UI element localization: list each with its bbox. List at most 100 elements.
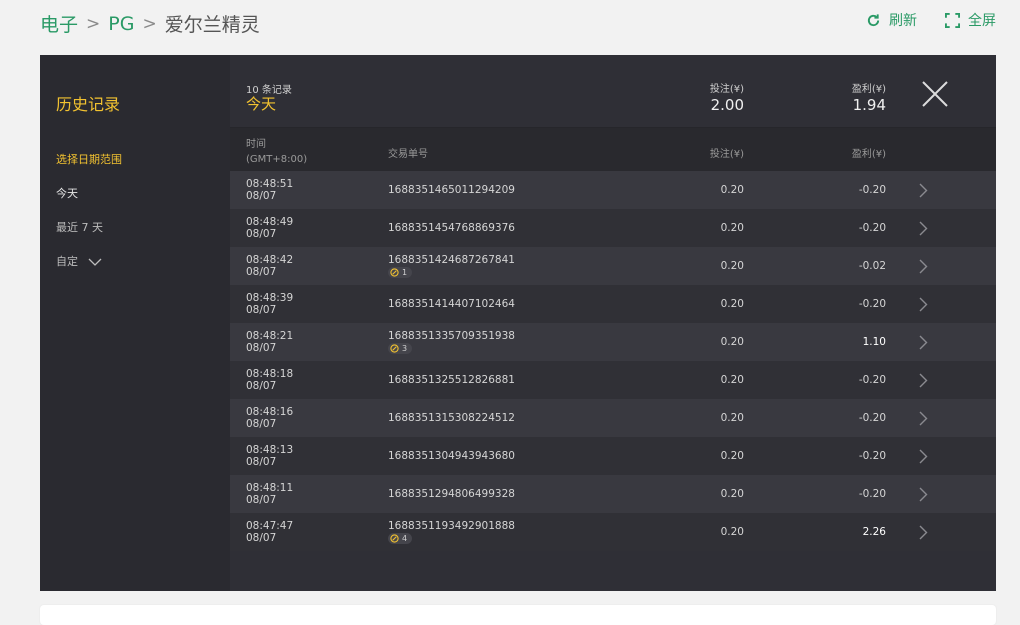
table-row[interactable]: 08:48:18 08/07 1688351325512826881 0.20 -0.2… <box>230 361 996 399</box>
chevron-right-icon[interactable] <box>919 335 928 350</box>
free-spin-count: 1 <box>402 267 408 277</box>
row-bet: 0.20 <box>720 374 744 386</box>
row-pnl: 2.26 <box>862 526 886 538</box>
chevron-right-icon[interactable] <box>919 411 928 426</box>
table-row[interactable]: 08:48:51 08/07 1688351465011294209 0.20 -0.2… <box>230 171 996 209</box>
breadcrumb-item-provider[interactable]: PG <box>108 13 134 35</box>
chevron-right-icon[interactable] <box>919 297 928 312</box>
row-transaction-id: 1688351325512826881 <box>388 374 515 386</box>
row-transaction-id: 1688351193492901888 4 <box>388 520 515 546</box>
table-row[interactable]: 08:48:42 08/07 1688351424687267841 1 0.20 -0.… <box>230 247 996 285</box>
row-transaction-id: 1688351414407102464 <box>388 298 515 310</box>
row-date-value: 08/07 <box>246 342 277 354</box>
chevron-right-icon[interactable] <box>919 221 928 236</box>
row-bet: 0.20 <box>720 412 744 424</box>
date-option-today[interactable]: 今天 <box>56 185 214 201</box>
column-header-bet: 投注(¥) <box>709 149 744 160</box>
row-transaction-id: 1688351465011294209 <box>388 184 515 196</box>
column-header-time: 时间 (GMT+8:00) <box>246 137 307 167</box>
close-button[interactable] <box>922 81 948 111</box>
row-transaction-id-value: 1688351304943943680 <box>388 450 515 462</box>
pnl-total-label: 盈利(¥) <box>851 84 886 95</box>
row-bet: 0.20 <box>720 298 744 310</box>
row-transaction-id-value: 1688351465011294209 <box>388 184 515 196</box>
row-pnl: -0.02 <box>858 260 886 272</box>
row-transaction-id: 1688351424687267841 1 <box>388 254 515 280</box>
row-time: 08:48:42 08/07 <box>246 254 293 278</box>
row-pnl: -0.20 <box>858 222 886 234</box>
row-date-value: 08/07 <box>246 190 277 202</box>
row-pnl: -0.20 <box>858 412 886 424</box>
free-spin-count: 4 <box>402 533 408 543</box>
row-time-value: 08:48:49 <box>246 216 294 228</box>
column-header-id: 交易单号 <box>388 149 428 160</box>
row-bet: 0.20 <box>720 184 744 196</box>
row-time: 08:48:21 08/07 <box>246 330 293 354</box>
free-spin-count: 3 <box>402 343 408 353</box>
top-actions: 刷新 全屏 <box>866 10 996 30</box>
row-time-value: 08:47:47 <box>246 520 294 532</box>
bet-total-value: 2.00 <box>710 96 744 114</box>
bet-total-block: 投注(¥) 2.00 <box>710 80 744 114</box>
fullscreen-button[interactable]: 全屏 <box>945 10 996 30</box>
free-spin-icon <box>390 344 399 353</box>
free-spin-badge: 3 <box>388 343 413 354</box>
row-transaction-id-value: 1688351325512826881 <box>388 374 515 386</box>
table-body: 08:48:51 08/07 1688351465011294209 0.20 -0.2… <box>230 171 996 551</box>
row-time-value: 08:48:42 <box>246 254 294 266</box>
date-option-last-7-days[interactable]: 最近 7 天 <box>56 219 214 235</box>
table-header: 时间 (GMT+8:00) 交易单号 投注(¥) 盈利(¥) <box>230 128 996 171</box>
row-time: 08:48:39 08/07 <box>246 292 293 316</box>
date-option-custom[interactable]: 自定 <box>56 253 214 269</box>
pnl-total-block: 盈利(¥) 1.94 <box>852 80 886 114</box>
row-transaction-id-value: 1688351414407102464 <box>388 298 515 310</box>
row-transaction-id: 1688351454768869376 <box>388 222 515 234</box>
chevron-right-icon[interactable] <box>919 259 928 274</box>
table-row[interactable]: 08:48:16 08/07 1688351315308224512 0.20 -0.2… <box>230 399 996 437</box>
row-transaction-id: 1688351315308224512 <box>388 412 515 424</box>
date-range-label: 选择日期范围 <box>56 153 122 166</box>
row-pnl: -0.20 <box>858 488 886 500</box>
table-row[interactable]: 08:48:49 08/07 1688351454768869376 0.20 -0.2… <box>230 209 996 247</box>
breadcrumb-separator: > <box>86 13 101 34</box>
table-row[interactable]: 08:48:13 08/07 1688351304943943680 0.20 -0.2… <box>230 437 996 475</box>
row-pnl: 1.10 <box>862 336 886 348</box>
row-time-value: 08:48:51 <box>246 178 294 190</box>
row-time: 08:48:49 08/07 <box>246 216 293 240</box>
refresh-icon <box>867 13 880 26</box>
row-time: 08:48:11 08/07 <box>246 482 293 506</box>
row-transaction-id-value: 1688351315308224512 <box>388 412 515 424</box>
row-time-value: 08:48:13 <box>246 444 294 456</box>
chevron-right-icon[interactable] <box>919 487 928 502</box>
table-row[interactable]: 08:48:21 08/07 1688351335709351938 3 0.20 1.1… <box>230 323 996 361</box>
table-row[interactable]: 08:48:39 08/07 1688351414407102464 0.20 -0.2… <box>230 285 996 323</box>
top-bar: 电子 > PG > 爱尔兰精灵 刷新 全屏 <box>0 0 1020 48</box>
refresh-button[interactable]: 刷新 <box>866 10 917 30</box>
row-date-value: 08/07 <box>246 304 277 316</box>
history-sidebar: 历史记录 选择日期范围 今天 最近 7 天 自定 <box>40 55 230 591</box>
breadcrumb-item-category[interactable]: 电子 <box>40 10 78 37</box>
free-spin-badge: 1 <box>388 267 413 278</box>
row-pnl: -0.20 <box>858 184 886 196</box>
chevron-right-icon[interactable] <box>919 525 928 540</box>
history-panel: 历史记录 选择日期范围 今天 最近 7 天 自定 10 条记录 今天 投注(¥)… <box>40 55 996 591</box>
close-icon <box>922 81 948 107</box>
row-date-value: 08/07 <box>246 532 277 544</box>
history-main: 10 条记录 今天 投注(¥) 2.00 盈利(¥) 1.94 时间 (GMT+… <box>230 55 996 591</box>
row-time-value: 08:48:16 <box>246 406 294 418</box>
breadcrumb-item-game: 爱尔兰精灵 <box>164 14 260 36</box>
table-row[interactable]: 08:47:47 08/07 1688351193492901888 4 0.20 2.2… <box>230 513 996 551</box>
pnl-total-value: 1.94 <box>852 96 886 114</box>
row-date-value: 08/07 <box>246 494 277 506</box>
row-pnl: -0.20 <box>858 374 886 386</box>
row-bet: 0.20 <box>720 336 744 348</box>
row-transaction-id-value: 1688351335709351938 <box>388 330 515 342</box>
row-pnl: -0.20 <box>858 450 886 462</box>
chevron-right-icon[interactable] <box>919 449 928 464</box>
row-transaction-id-value: 1688351424687267841 <box>388 254 515 266</box>
table-row[interactable]: 08:48:11 08/07 1688351294806499328 0.20 -0.2… <box>230 475 996 513</box>
chevron-right-icon[interactable] <box>919 183 928 198</box>
row-bet: 0.20 <box>720 488 744 500</box>
chevron-right-icon[interactable] <box>919 373 928 388</box>
row-time-value: 08:48:21 <box>246 330 294 342</box>
